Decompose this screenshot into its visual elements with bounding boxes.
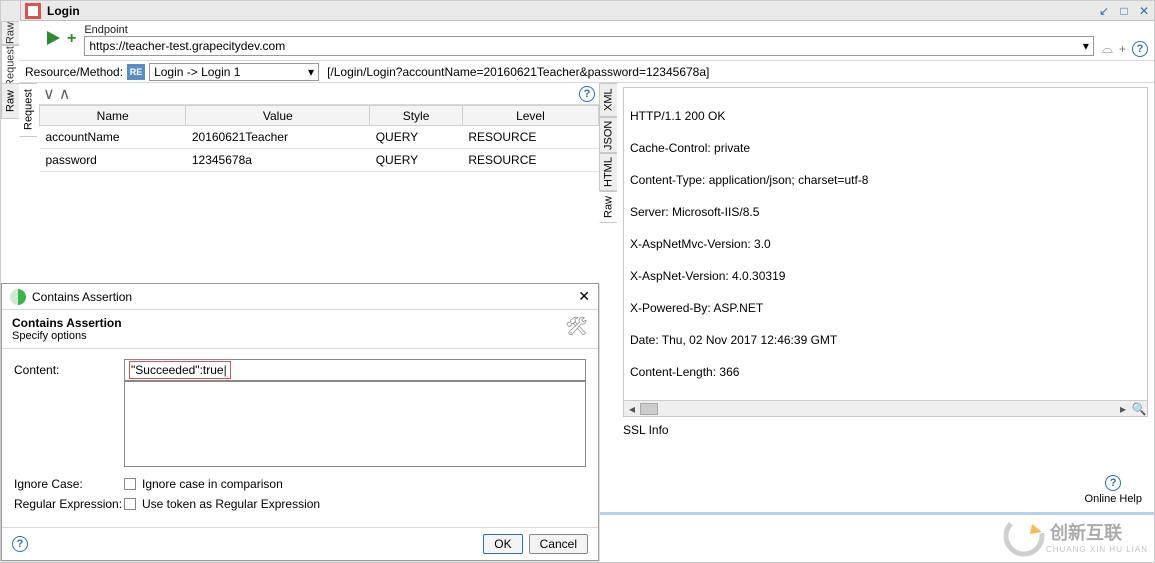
left-gutter (1, 1, 21, 21)
resource-selected: Login -> Login 1 (154, 65, 240, 79)
col-value[interactable]: Value (186, 106, 370, 126)
ok-button[interactable]: OK (483, 534, 522, 554)
online-help[interactable]: ? Online Help (1085, 475, 1142, 505)
resource-path: [/Login/Login?accountName=20160621Teache… (327, 65, 709, 79)
content-value: "Succeeded":true (131, 363, 224, 377)
help-icon[interactable]: ? (1105, 475, 1121, 491)
hdr-line: HTTP/1.1 200 OK (630, 108, 1141, 124)
run-button[interactable] (45, 30, 63, 48)
hdr-line: Cache-Control: private (630, 140, 1141, 156)
cell[interactable]: RESOURCE (462, 126, 598, 149)
dialog-sub: Specify options (12, 330, 122, 342)
regex-label: Regular Expression: (14, 497, 124, 511)
tab-left-request[interactable]: Request (19, 83, 37, 137)
zoom-icon[interactable]: 🔍 (1131, 401, 1147, 417)
hdr-line: X-AspNet-Version: 4.0.30319 (630, 268, 1141, 284)
hdr-line: Server: Microsoft-IIS/8.5 (630, 204, 1141, 220)
minimize-window-icon[interactable]: ↙ (1096, 3, 1112, 19)
ssl-info-label[interactable]: SSL Info (623, 423, 1144, 437)
brand-logo-icon (1002, 514, 1046, 558)
collapse-right-icon[interactable]: ∧ (59, 84, 71, 104)
parameters-table: Name Value Style Level accountName 20160… (39, 105, 599, 172)
filter-icon[interactable]: ⌓ (1102, 40, 1113, 57)
help-icon[interactable]: ? (12, 536, 28, 552)
maximize-window-icon[interactable]: □ (1116, 3, 1132, 19)
cell[interactable]: 12345678a (186, 149, 370, 172)
add-button[interactable]: + (67, 30, 76, 48)
window-titlebar: Login ↙ □ ✕ (1, 1, 1154, 21)
params-toolbar: ∨ ∧ ? (39, 83, 599, 105)
cell[interactable]: 20160621Teacher (186, 126, 370, 149)
ignore-case-label: Ignore Case: (14, 477, 124, 491)
regex-text: Use token as Regular Expression (142, 497, 320, 511)
tab-raw[interactable]: Raw (599, 191, 617, 223)
tab-left-raw[interactable]: Raw (1, 83, 19, 119)
hdr-line: Date: Thu, 02 Nov 2017 12:46:39 GMT (630, 332, 1141, 348)
help-icon[interactable]: ? (1132, 41, 1148, 57)
chevron-down-icon[interactable]: ▾ (1083, 39, 1089, 53)
table-row[interactable]: password 12345678a QUERY RESOURCE (40, 149, 599, 172)
brand-cn: 创新互联 (1050, 519, 1148, 545)
brand-watermark: 创新互联 CHUANG XIN HU LIAN (1002, 510, 1148, 562)
cell[interactable]: QUERY (370, 126, 463, 149)
resource-dropdown[interactable]: Login -> Login 1 ▾ (149, 63, 319, 81)
close-window-icon[interactable]: ✕ (1136, 3, 1152, 19)
content-input[interactable]: "Succeeded":true (124, 359, 586, 381)
plus-icon[interactable]: + (1119, 42, 1126, 56)
close-icon[interactable]: ✕ (578, 288, 590, 305)
endpoint-field[interactable]: https://teacher-test.grapecitydev.com ▾ (84, 36, 1094, 56)
window-title: Login (47, 4, 80, 18)
online-help-label: Online Help (1085, 493, 1142, 505)
tab-json[interactable]: JSON (599, 117, 617, 153)
endpoint-row: Raw Request + Endpoint https://teacher-t… (1, 21, 1154, 61)
chevron-down-icon[interactable]: ▾ (308, 65, 314, 79)
rest-request-icon (25, 3, 41, 19)
tab-raw-outer[interactable]: Raw (1, 21, 19, 45)
assertion-icon (10, 289, 26, 305)
response-area[interactable]: HTTP/1.1 200 OK Cache-Control: private C… (623, 87, 1148, 417)
tab-request-outer[interactable]: Request (1, 45, 19, 88)
wrench-icon[interactable]: 🛠 (565, 316, 588, 337)
scroll-left-icon[interactable]: ◂ (624, 401, 640, 417)
resource-row: Resource/Method: RE Login -> Login 1 ▾ [… (1, 61, 1154, 83)
table-row[interactable]: accountName 20160621Teacher QUERY RESOUR… (40, 126, 599, 149)
content-textarea[interactable] (124, 381, 586, 467)
cell[interactable]: accountName (40, 126, 186, 149)
ignore-case-checkbox[interactable] (124, 478, 136, 490)
cell[interactable]: QUERY (370, 149, 463, 172)
ignore-case-text: Ignore case in comparison (142, 477, 283, 491)
cancel-button[interactable]: Cancel (529, 534, 588, 554)
cell[interactable]: RESOURCE (462, 149, 598, 172)
tab-xml[interactable]: XML (599, 83, 617, 117)
endpoint-label: Endpoint (84, 24, 1094, 36)
help-icon[interactable]: ? (579, 86, 595, 102)
collapse-left-icon[interactable]: ∨ (43, 84, 55, 104)
tab-html[interactable]: HTML (599, 153, 617, 191)
dialog-title: Contains Assertion (32, 290, 132, 304)
regex-checkbox[interactable] (124, 498, 136, 510)
scroll-right-icon[interactable]: ▸ (1115, 401, 1131, 417)
resource-label: Resource/Method: (25, 65, 123, 79)
content-label: Content: (14, 363, 124, 377)
col-style[interactable]: Style (370, 106, 463, 126)
hdr-line: Content-Length: 366 (630, 364, 1141, 380)
hdr-line: X-Powered-By: ASP.NET (630, 300, 1141, 316)
horizontal-scrollbar[interactable]: ◂ ▸ 🔍 (624, 400, 1147, 416)
scroll-thumb[interactable] (640, 403, 658, 415)
hdr-line: X-AspNetMvc-Version: 3.0 (630, 236, 1141, 252)
brand-py: CHUANG XIN HU LIAN (1046, 545, 1148, 554)
dialog-header: Contains Assertion (12, 316, 122, 330)
response-headers: HTTP/1.1 200 OK Cache-Control: private C… (630, 92, 1141, 396)
rest-method-icon: RE (127, 64, 145, 80)
cell[interactable]: password (40, 149, 186, 172)
col-name[interactable]: Name (40, 106, 186, 126)
contains-assertion-dialog: Contains Assertion ✕ Contains Assertion … (1, 283, 599, 561)
endpoint-value: https://teacher-test.grapecitydev.com (89, 39, 285, 53)
col-level[interactable]: Level (462, 106, 598, 126)
hdr-line: Content-Type: application/json; charset=… (630, 172, 1141, 188)
